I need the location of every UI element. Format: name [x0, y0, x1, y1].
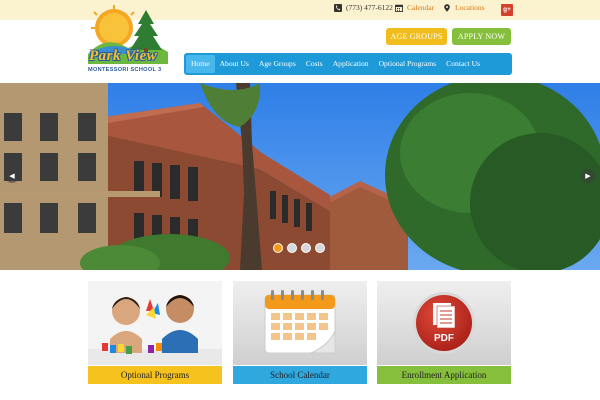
- calendar-label: Calendar: [407, 3, 435, 12]
- card-caption-enrollment-application: Enrollment Application: [377, 366, 511, 384]
- calendar-link[interactable]: Calendar: [395, 3, 434, 12]
- pdf-label: PDF: [434, 333, 454, 344]
- locations-link[interactable]: Locations: [443, 3, 485, 12]
- calendar-icon: [395, 4, 403, 12]
- main-nav: Home About Us Age Groups Costs Applicati…: [184, 53, 512, 75]
- slider-dot-1[interactable]: [273, 243, 283, 253]
- card-enrollment-application[interactable]: PDF Enrollment Application: [377, 281, 511, 384]
- age-groups-button[interactable]: AGE GROUPS: [386, 28, 447, 45]
- google-plus-icon[interactable]: g+: [501, 4, 513, 16]
- phone-number: (773) 477-6122: [346, 3, 393, 12]
- pdf-icon: PDF: [377, 281, 511, 365]
- nav-item-application[interactable]: Application: [328, 55, 374, 73]
- nav-item-optional-programs[interactable]: Optional Programs: [374, 55, 442, 73]
- card-optional-programs[interactable]: Optional Programs: [88, 281, 222, 384]
- logo-subtitle: MONTESSORI SCHOOL 3: [88, 67, 162, 73]
- slider-dot-2[interactable]: [287, 243, 297, 253]
- apply-now-button[interactable]: APPLY NOW: [452, 28, 511, 45]
- hero-image: [0, 83, 600, 270]
- card-caption-school-calendar: School Calendar: [233, 366, 367, 384]
- nav-item-age-groups[interactable]: Age Groups: [254, 55, 301, 73]
- slider-prev-button[interactable]: ◀: [5, 169, 19, 183]
- slider-dots: [273, 243, 325, 253]
- card-caption-optional-programs: Optional Programs: [88, 366, 222, 384]
- nav-item-home[interactable]: Home: [186, 55, 215, 73]
- logo-title: Park View: [89, 48, 158, 64]
- calendar-image: [233, 281, 367, 365]
- nav-item-contact-us[interactable]: Contact Us: [441, 55, 485, 73]
- slider-dot-3[interactable]: [301, 243, 311, 253]
- card-school-calendar[interactable]: School Calendar: [233, 281, 367, 384]
- map-pin-icon: [444, 3, 450, 12]
- content-below-fold: [88, 396, 512, 400]
- slider-dot-4[interactable]: [315, 243, 325, 253]
- nav-item-about-us[interactable]: About Us: [215, 55, 254, 73]
- slider-next-button[interactable]: ▶: [581, 169, 595, 183]
- hero-slider: [0, 83, 600, 270]
- phone-icon: [334, 3, 342, 12]
- page: (773) 477-6122 Calendar Locations g+ Par…: [0, 0, 600, 400]
- children-painting-image: [88, 281, 222, 365]
- phone-link[interactable]: (773) 477-6122: [334, 3, 393, 12]
- nav-item-costs[interactable]: Costs: [301, 55, 328, 73]
- locations-label: Locations: [455, 3, 485, 12]
